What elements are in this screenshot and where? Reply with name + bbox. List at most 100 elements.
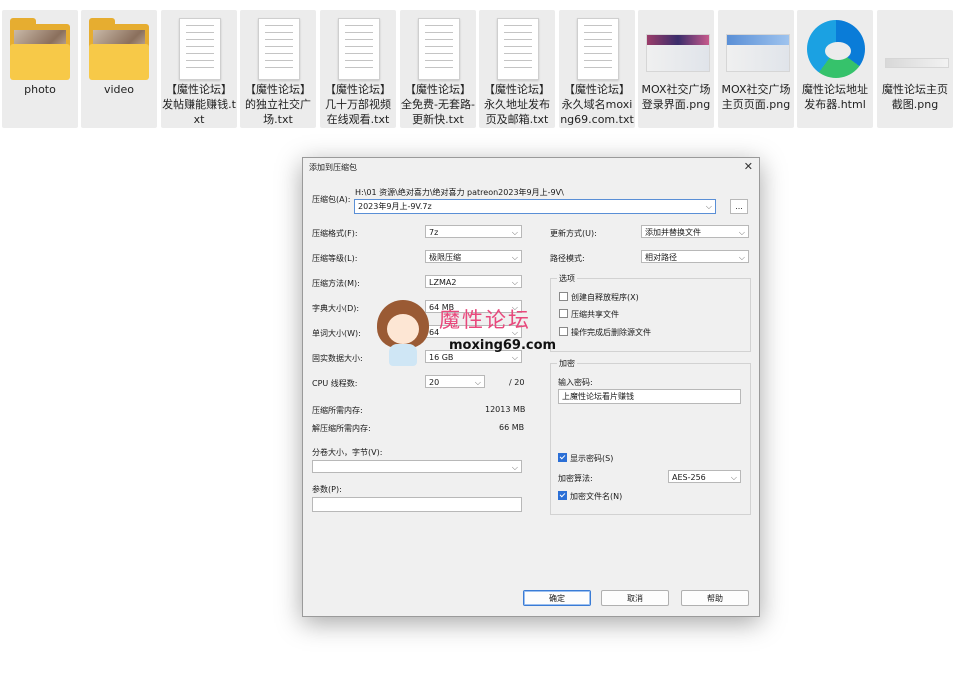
watermark: 魔性论坛 moxing69.com	[375, 298, 557, 370]
password-value: 上魔性论坛看片赚钱	[562, 392, 634, 401]
level-select[interactable]: 极限压缩 ⌵	[425, 250, 522, 263]
enc-method-select[interactable]: AES-256 ⌵	[668, 470, 741, 483]
method-value: LZMA2	[429, 278, 457, 287]
split-select[interactable]: ⌵	[312, 460, 522, 473]
cpu-select[interactable]: 20 ⌵	[425, 375, 485, 388]
sfx-label: 创建自释放程序(X)	[571, 293, 639, 302]
file-name: 【魔性论坛】的独立社交广场.txt	[245, 83, 311, 126]
show-password-checkbox[interactable]: 显示密码(S)	[558, 453, 613, 464]
file-item-png[interactable]: 魔性论坛主页截图.png	[877, 10, 953, 128]
checkbox-icon	[559, 292, 568, 301]
chevron-down-icon: ⌵	[738, 253, 745, 262]
file-item-txt[interactable]: 【魔性论坛】永久域名moxing69.com.txt	[559, 10, 635, 128]
format-value: 7z	[429, 228, 439, 237]
browse-button[interactable]: ...	[730, 199, 748, 214]
file-name: 【魔性论坛】全免费-无套路-更新快.txt	[401, 83, 475, 126]
mem-comp-label: 压缩所需内存:	[312, 406, 363, 415]
add-to-archive-dialog: 添加到压缩包 ✕ 压缩包(A): H:\01 资源\绝对喜力\绝对喜力 patr…	[302, 157, 760, 617]
file-item-photo[interactable]: photo	[2, 10, 78, 128]
cpu-value: 20	[429, 378, 440, 387]
folder-icon	[10, 18, 70, 80]
params-input[interactable]	[312, 497, 522, 512]
method-select[interactable]: LZMA2 ⌵	[425, 275, 522, 288]
file-name: photo	[24, 83, 56, 96]
archive-name-value: 2023年9月上-9V.7z	[358, 202, 432, 211]
solid-label: 固实数据大小:	[312, 354, 363, 363]
chevron-down-icon: ⌵	[511, 463, 518, 472]
update-select[interactable]: 添加并替换文件 ⌵	[641, 225, 749, 238]
cpu-label: CPU 线程数:	[312, 379, 358, 388]
chevron-down-icon: ⌵	[474, 378, 481, 387]
chevron-down-icon: ⌵	[511, 253, 518, 262]
image-thumbnail-icon	[726, 18, 790, 80]
dict-label: 字典大小(D):	[312, 304, 360, 313]
shared-checkbox[interactable]: 压缩共享文件	[559, 309, 619, 320]
watermark-url: moxing69.com	[449, 338, 557, 353]
file-name: 【魔性论坛】永久地址发布页及邮箱.txt	[484, 83, 550, 126]
delete-checkbox[interactable]: 操作完成后删除源文件	[559, 327, 651, 338]
shared-label: 压缩共享文件	[571, 310, 619, 319]
file-item-txt[interactable]: 【魔性论坛】的独立社交广场.txt	[240, 10, 316, 128]
enc-method-value: AES-256	[672, 473, 706, 482]
file-name: MOX社交广场主页页面.png	[721, 83, 791, 111]
text-file-icon	[408, 18, 468, 80]
chevron-down-icon[interactable]: ⌵	[706, 200, 712, 213]
file-name: 【魔性论坛】发帖赚能赚钱.txt	[162, 83, 236, 126]
chevron-down-icon: ⌵	[738, 228, 745, 237]
close-icon[interactable]: ✕	[744, 160, 753, 173]
mem-decomp-label: 解压缩所需内存:	[312, 424, 371, 433]
edge-browser-icon	[805, 18, 865, 80]
archive-path: H:\01 资源\绝对喜力\绝对喜力 patreon2023年9月上-9V\	[355, 188, 564, 197]
path-select[interactable]: 相对路径 ⌵	[641, 250, 749, 263]
text-file-icon	[567, 18, 627, 80]
archive-label: 压缩包(A):	[312, 195, 351, 204]
update-value: 添加并替换文件	[645, 228, 701, 237]
file-item-html[interactable]: 魔性论坛地址发布器.html	[797, 10, 873, 128]
mem-comp-value: 12013 MB	[485, 405, 526, 414]
file-item-txt[interactable]: 【魔性论坛】全免费-无套路-更新快.txt	[400, 10, 476, 128]
file-item-txt[interactable]: 【魔性论坛】几十万部视频在线观看.txt	[320, 10, 396, 128]
delete-label: 操作完成后删除源文件	[571, 328, 651, 337]
text-file-icon	[487, 18, 547, 80]
file-name: video	[103, 83, 135, 96]
file-name: 魔性论坛主页截图.png	[882, 83, 948, 111]
checkbox-icon	[559, 327, 568, 336]
mascot-icon	[377, 300, 429, 366]
format-select[interactable]: 7z ⌵	[425, 225, 522, 238]
chevron-down-icon: ⌵	[511, 228, 518, 237]
cancel-button[interactable]: 取消	[601, 590, 669, 606]
ok-button[interactable]: 确定	[523, 590, 591, 606]
path-label: 路径模式:	[550, 254, 585, 263]
encryption-title: 加密	[557, 358, 577, 369]
image-thumbnail-icon	[646, 18, 710, 80]
file-item-video[interactable]: video	[81, 10, 157, 128]
mem-decomp-value: 66 MB	[499, 423, 525, 432]
watermark-brand: 魔性论坛	[439, 308, 531, 332]
file-item-txt[interactable]: 【魔性论坛】发帖赚能赚钱.txt	[161, 10, 237, 128]
checkbox-checked-icon	[558, 491, 567, 500]
chevron-down-icon: ⌵	[730, 473, 737, 482]
chevron-down-icon: ⌵	[511, 278, 518, 287]
password-input[interactable]: 上魔性论坛看片赚钱	[558, 389, 741, 404]
word-label: 单词大小(W):	[312, 329, 361, 338]
file-item-png[interactable]: MOX社交广场登录界面.png	[638, 10, 714, 128]
archive-name-input[interactable]: 2023年9月上-9V.7z ⌵	[354, 199, 716, 214]
folder-icon	[89, 18, 149, 80]
checkbox-checked-icon	[558, 453, 567, 462]
method-label: 压缩方法(M):	[312, 279, 360, 288]
text-file-icon	[248, 18, 308, 80]
show-password-label: 显示密码(S)	[570, 454, 614, 463]
file-item-txt[interactable]: 【魔性论坛】永久地址发布页及邮箱.txt	[479, 10, 555, 128]
format-label: 压缩格式(F):	[312, 229, 358, 238]
text-file-icon	[328, 18, 388, 80]
file-item-png[interactable]: MOX社交广场主页页面.png	[718, 10, 794, 128]
help-button[interactable]: 帮助	[681, 590, 749, 606]
checkbox-icon	[559, 309, 568, 318]
params-label: 参数(P):	[312, 485, 342, 494]
encrypt-names-checkbox[interactable]: 加密文件名(N)	[558, 491, 622, 502]
file-name: 【魔性论坛】几十万部视频在线观看.txt	[325, 83, 391, 126]
image-thumbnail-icon	[885, 18, 949, 80]
file-name: 魔性论坛地址发布器.html	[802, 83, 868, 111]
file-name: MOX社交广场登录界面.png	[641, 83, 711, 111]
sfx-checkbox[interactable]: 创建自释放程序(X)	[559, 292, 639, 303]
